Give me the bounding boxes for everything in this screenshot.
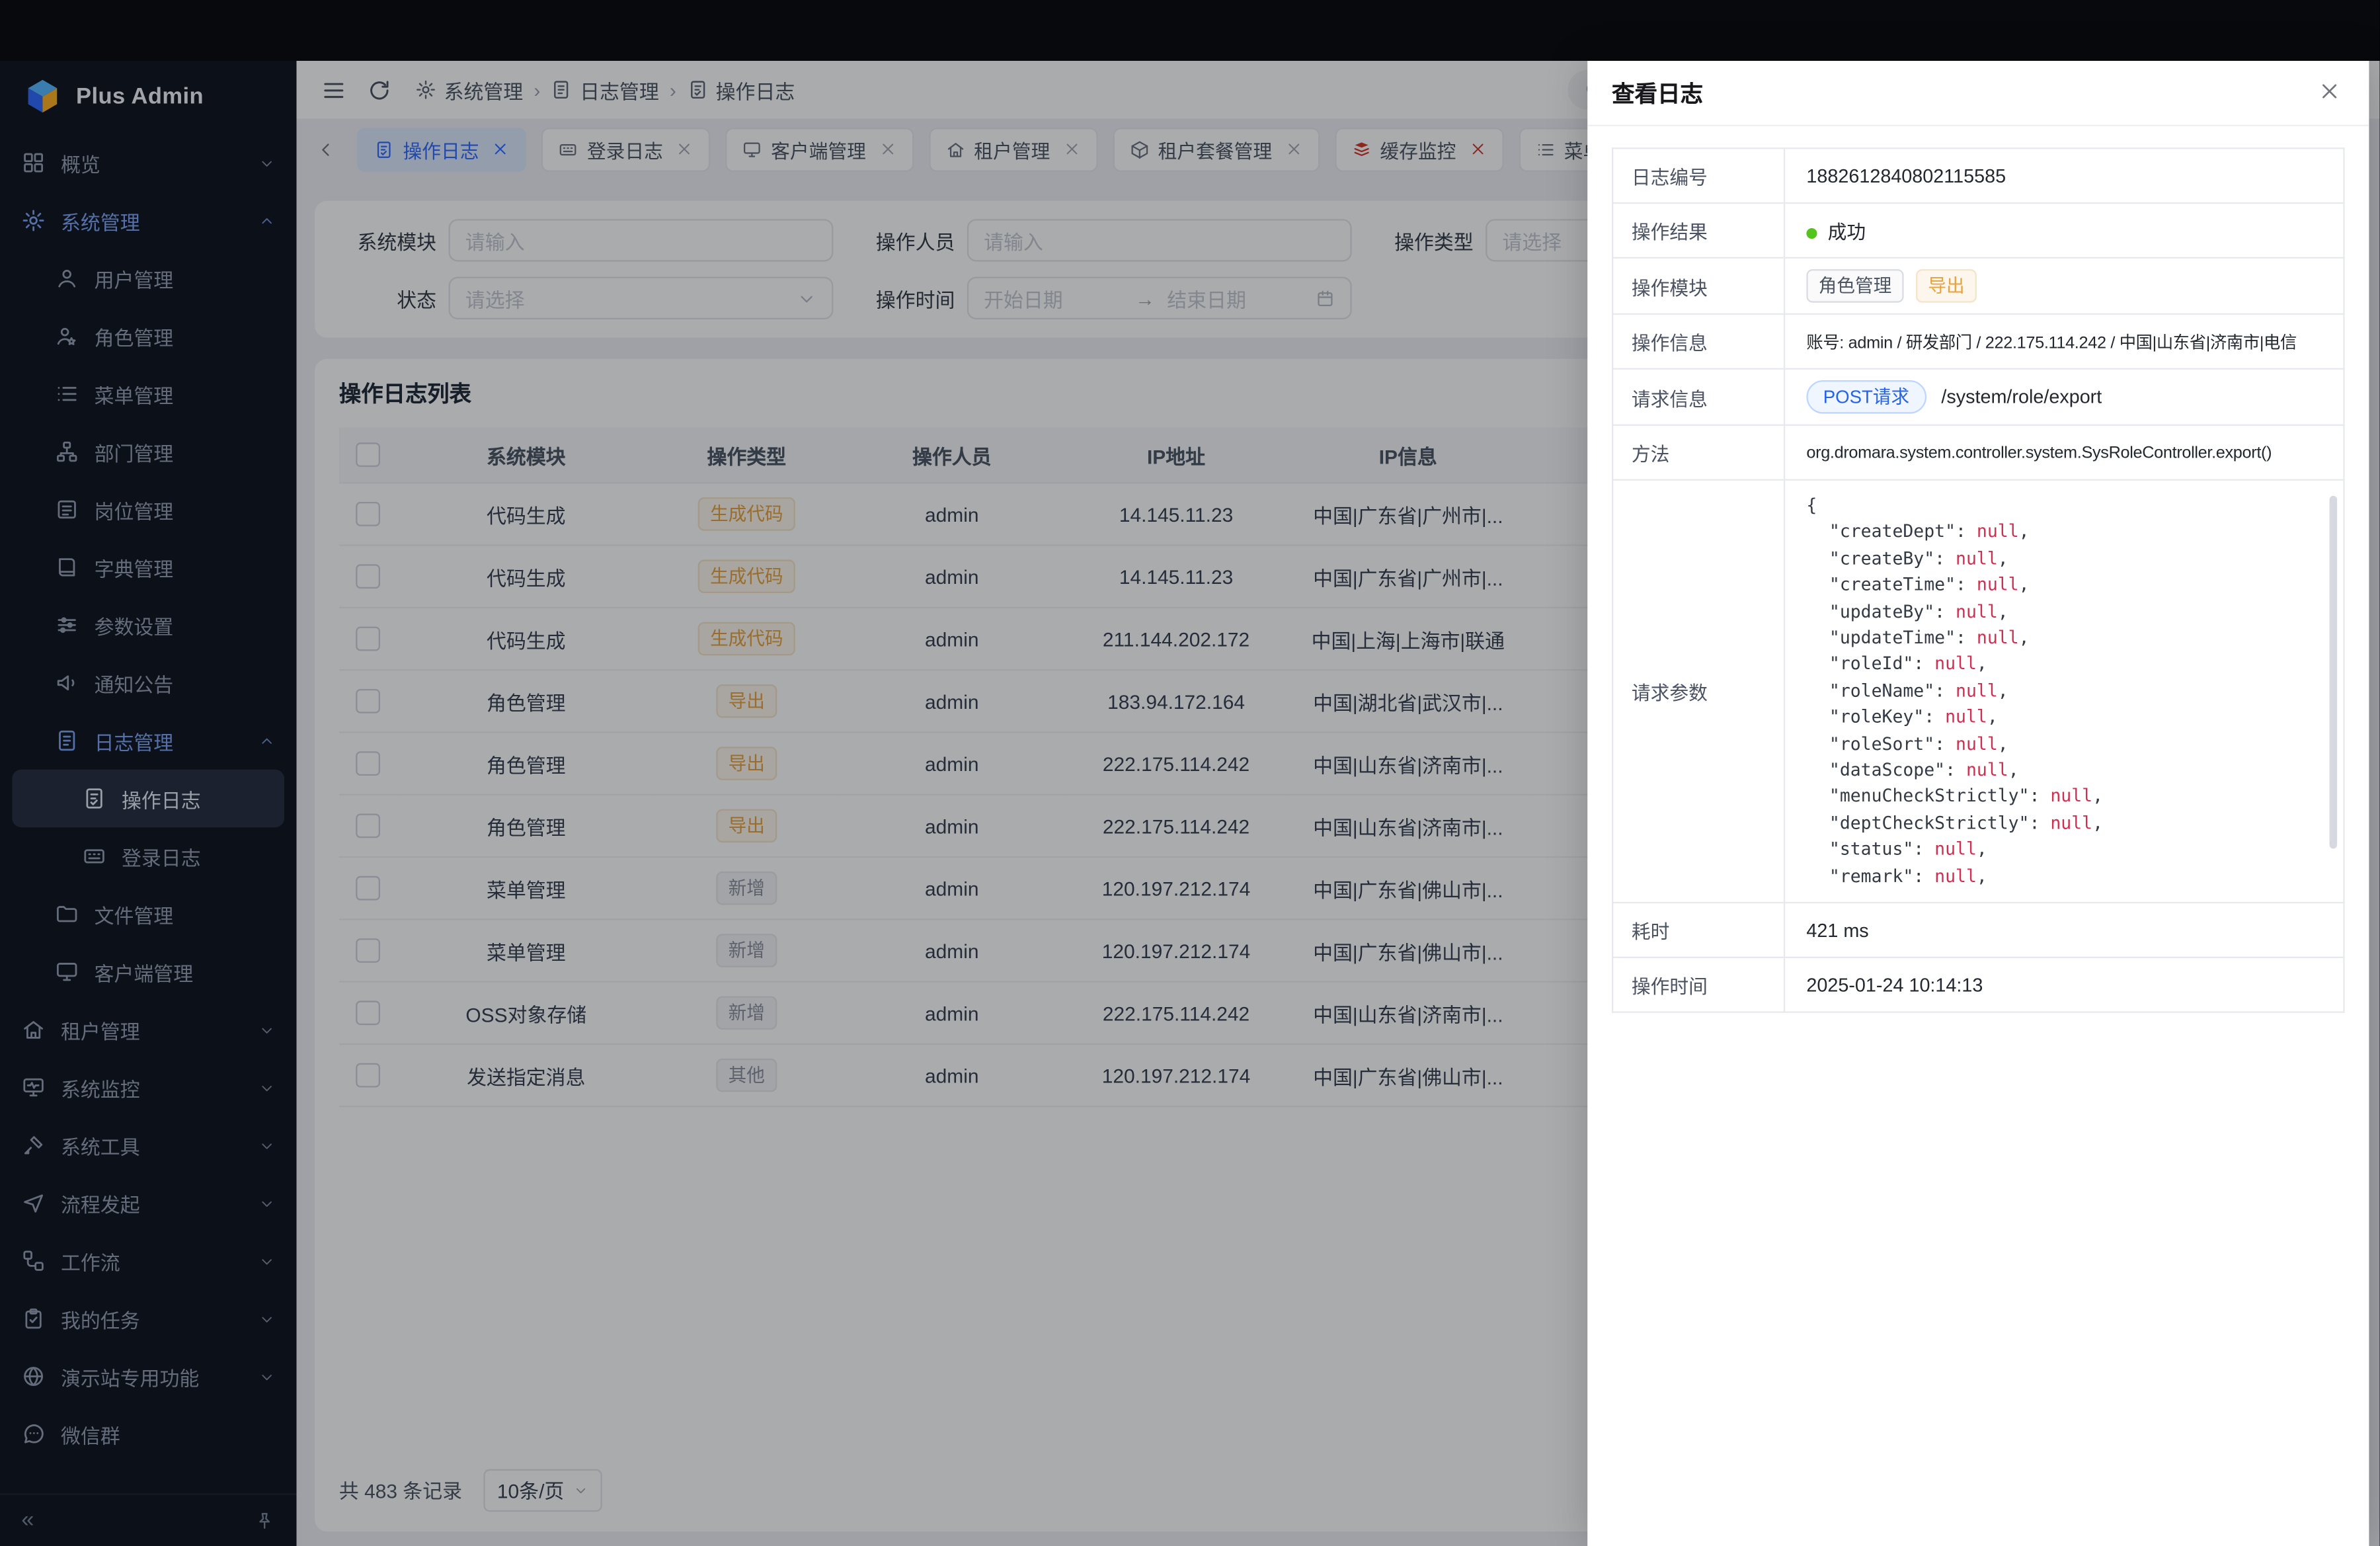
desc-value-4: POST请求/system/role/export — [1784, 369, 2344, 425]
request-params-code[interactable]: {"createDept": null,"createBy": null,"cr… — [1806, 493, 2343, 889]
desc-row-方法: 方法org.dromara.system.controller.system.S… — [1612, 425, 2344, 480]
desc-label: 日志编号 — [1612, 148, 1784, 203]
desc-value-0: 1882612840802115585 — [1784, 148, 2344, 203]
desc-row-请求信息: 请求信息POST请求/system/role/export — [1612, 369, 2344, 425]
module-tag: 角色管理 — [1806, 269, 1903, 303]
success-dot — [1806, 228, 1817, 239]
drawer-title: 查看日志 — [1612, 77, 1703, 108]
desc-value-7: 421 ms — [1784, 903, 2344, 957]
desc-value-3: 账号: admin / 研发部门 / 222.175.114.242 / 中国|… — [1784, 314, 2344, 369]
log-detail-drawer: 查看日志 日志编号1882612840802115585操作结果成功操作模块角色… — [1587, 61, 2369, 1546]
desc-label: 耗时 — [1612, 903, 1784, 957]
code-scrollbar[interactable] — [2330, 496, 2338, 849]
desc-value-1: 成功 — [1784, 203, 2344, 258]
desc-value-8: 2025-01-24 10:14:13 — [1784, 957, 2344, 1012]
app-root: Plus Admin 概览 系统管理 用户管理 角色管理 菜单管理 部门管理 岗… — [0, 0, 2380, 1546]
desc-label: 操作时间 — [1612, 957, 1784, 1012]
request-params-cell: {"createDept": null,"createBy": null,"cr… — [1784, 480, 2344, 903]
close-icon — [2317, 79, 2342, 104]
desc-label: 操作结果 — [1612, 203, 1784, 258]
desc-label: 操作模块 — [1612, 258, 1784, 314]
desc-value-5: org.dromara.system.controller.system.Sys… — [1784, 425, 2344, 480]
desc-row-操作信息: 操作信息账号: admin / 研发部门 / 222.175.114.242 /… — [1612, 314, 2344, 369]
http-method-tag: POST请求 — [1806, 380, 1926, 414]
desc-label: 请求信息 — [1612, 369, 1784, 425]
desc-row-操作结果: 操作结果成功 — [1612, 203, 2344, 258]
drawer-header: 查看日志 — [1587, 61, 2369, 126]
module-tag: 导出 — [1916, 269, 1977, 303]
log-descriptions-table: 日志编号1882612840802115585操作结果成功操作模块角色管理导出操… — [1612, 147, 2345, 1013]
desc-row-操作模块: 操作模块角色管理导出 — [1612, 258, 2344, 314]
drawer-body: 日志编号1882612840802115585操作结果成功操作模块角色管理导出操… — [1587, 126, 2369, 1034]
request-url: /system/role/export — [1941, 386, 2102, 407]
desc-label: 请求参数 — [1612, 480, 1784, 903]
desc-row-日志编号: 日志编号1882612840802115585 — [1612, 148, 2344, 203]
desc-row-操作时间: 操作时间2025-01-24 10:14:13 — [1612, 957, 2344, 1012]
desc-row-请求参数: 请求参数 {"createDept": null,"createBy": nul… — [1612, 480, 2344, 903]
desc-value-2: 角色管理导出 — [1784, 258, 2344, 314]
drawer-close-button[interactable] — [2317, 79, 2344, 106]
desc-row-耗时: 耗时421 ms — [1612, 903, 2344, 957]
desc-label: 操作信息 — [1612, 314, 1784, 369]
desc-label: 方法 — [1612, 425, 1784, 480]
